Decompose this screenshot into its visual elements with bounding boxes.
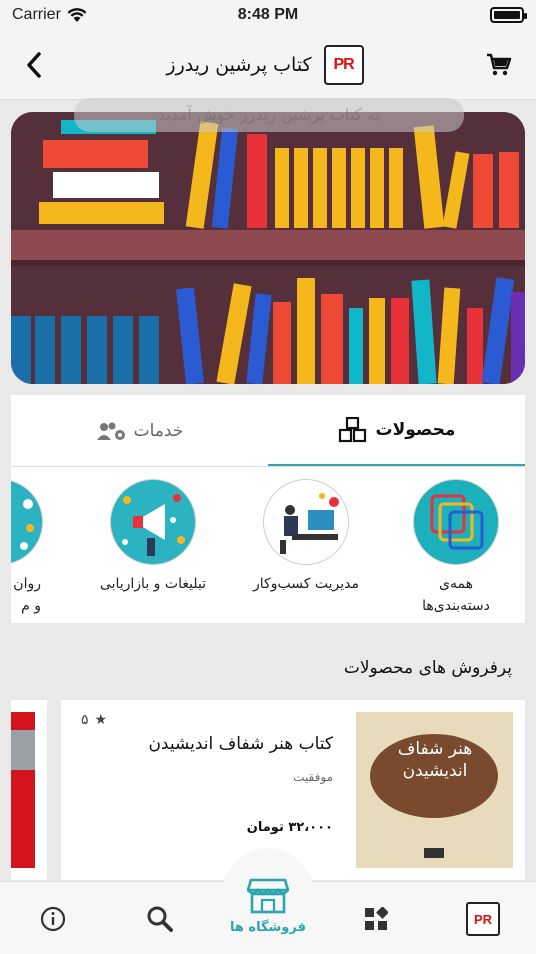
category-strip: همه‌ی دسته‌بندی‌ها مدیریت کسب‌وکار [11, 467, 525, 623]
home-logo-text: PR [473, 911, 493, 927]
tab-bar: خدمات محصولات [11, 395, 525, 467]
bestsellers-heading: پرفروش های محصولات [343, 658, 512, 678]
category-all-label-2: دسته‌بندی‌ها [422, 598, 490, 614]
bookshelf-illustration [11, 112, 525, 384]
status-bar: Carrier 8:48 PM [0, 0, 536, 30]
app-header: کتاب پرشین ریدرز PR [0, 30, 536, 100]
book-cover: هنر شفاف اندیشیدن [356, 712, 513, 868]
category-business[interactable]: مدیریت کسب‌وکار [231, 479, 381, 595]
category-all-label-1: همه‌ی [439, 576, 473, 592]
product-name: کتاب هنر شفاف اندیشیدن [148, 734, 333, 754]
book-cover-title: هنر شفاف اندیشیدن [397, 739, 473, 781]
category-psychology-label-1: روان [13, 576, 41, 592]
dashboard-icon [365, 907, 388, 930]
tab-products[interactable]: محصولات [268, 395, 525, 466]
product-category: موفقیت [293, 770, 333, 784]
product-card-partial[interactable] [11, 700, 47, 880]
stores-button[interactable]: فروشگاه ها [228, 878, 308, 935]
cubes-icon [338, 416, 366, 442]
users-gear-icon [96, 422, 125, 440]
wifi-icon [67, 8, 87, 22]
info-button[interactable] [38, 904, 68, 934]
home-logo-button[interactable]: PR [466, 902, 500, 936]
rating-value: ۵ [81, 712, 89, 728]
store-icon [246, 878, 290, 914]
carrier-label: Carrier [12, 6, 61, 23]
page-title: کتاب پرشین ریدرز [166, 53, 312, 76]
category-business-label: مدیریت کسب‌وکار [253, 576, 359, 592]
category-marketing[interactable]: تبلیغات و بازاریابی [78, 479, 228, 595]
brand-logo-text: PR [333, 55, 354, 73]
category-all-icon [413, 479, 499, 565]
tab-services[interactable]: خدمات [11, 395, 268, 466]
tab-services-label: خدمات [133, 420, 184, 441]
search-icon [147, 906, 173, 932]
marketing-illustration [110, 479, 196, 565]
hero-banner[interactable] [11, 112, 525, 384]
brand-logo: PR [323, 44, 364, 85]
star-icon: ★ [94, 712, 108, 728]
back-chevron-icon[interactable] [24, 51, 44, 79]
category-all[interactable]: همه‌ی دسته‌بندی‌ها [381, 479, 525, 617]
product-rating: ۵ ★ [81, 712, 107, 728]
stores-label: فروشگاه ها [229, 920, 306, 935]
category-marketing-label: تبلیغات و بازاریابی [99, 576, 207, 592]
tab-products-label: محصولات [375, 419, 456, 440]
battery-icon [490, 7, 527, 23]
category-psychology-label-2: و م [21, 598, 41, 614]
cart-icon[interactable] [486, 53, 512, 77]
welcome-toast: به کتاب پرشین ریدرز خوش آمدید [74, 98, 464, 132]
categories-button[interactable] [361, 904, 391, 934]
category-psychology[interactable]: روان و م [11, 479, 43, 617]
psychology-illustration [11, 479, 43, 565]
product-price: ۳۲،۰۰۰ تومان [246, 820, 333, 835]
search-button[interactable] [145, 904, 175, 934]
product-card[interactable]: هنر شفاف اندیشیدن کتاب هنر شفاف اندیشیدن… [61, 700, 525, 880]
info-icon [40, 906, 66, 932]
business-illustration [263, 479, 349, 565]
